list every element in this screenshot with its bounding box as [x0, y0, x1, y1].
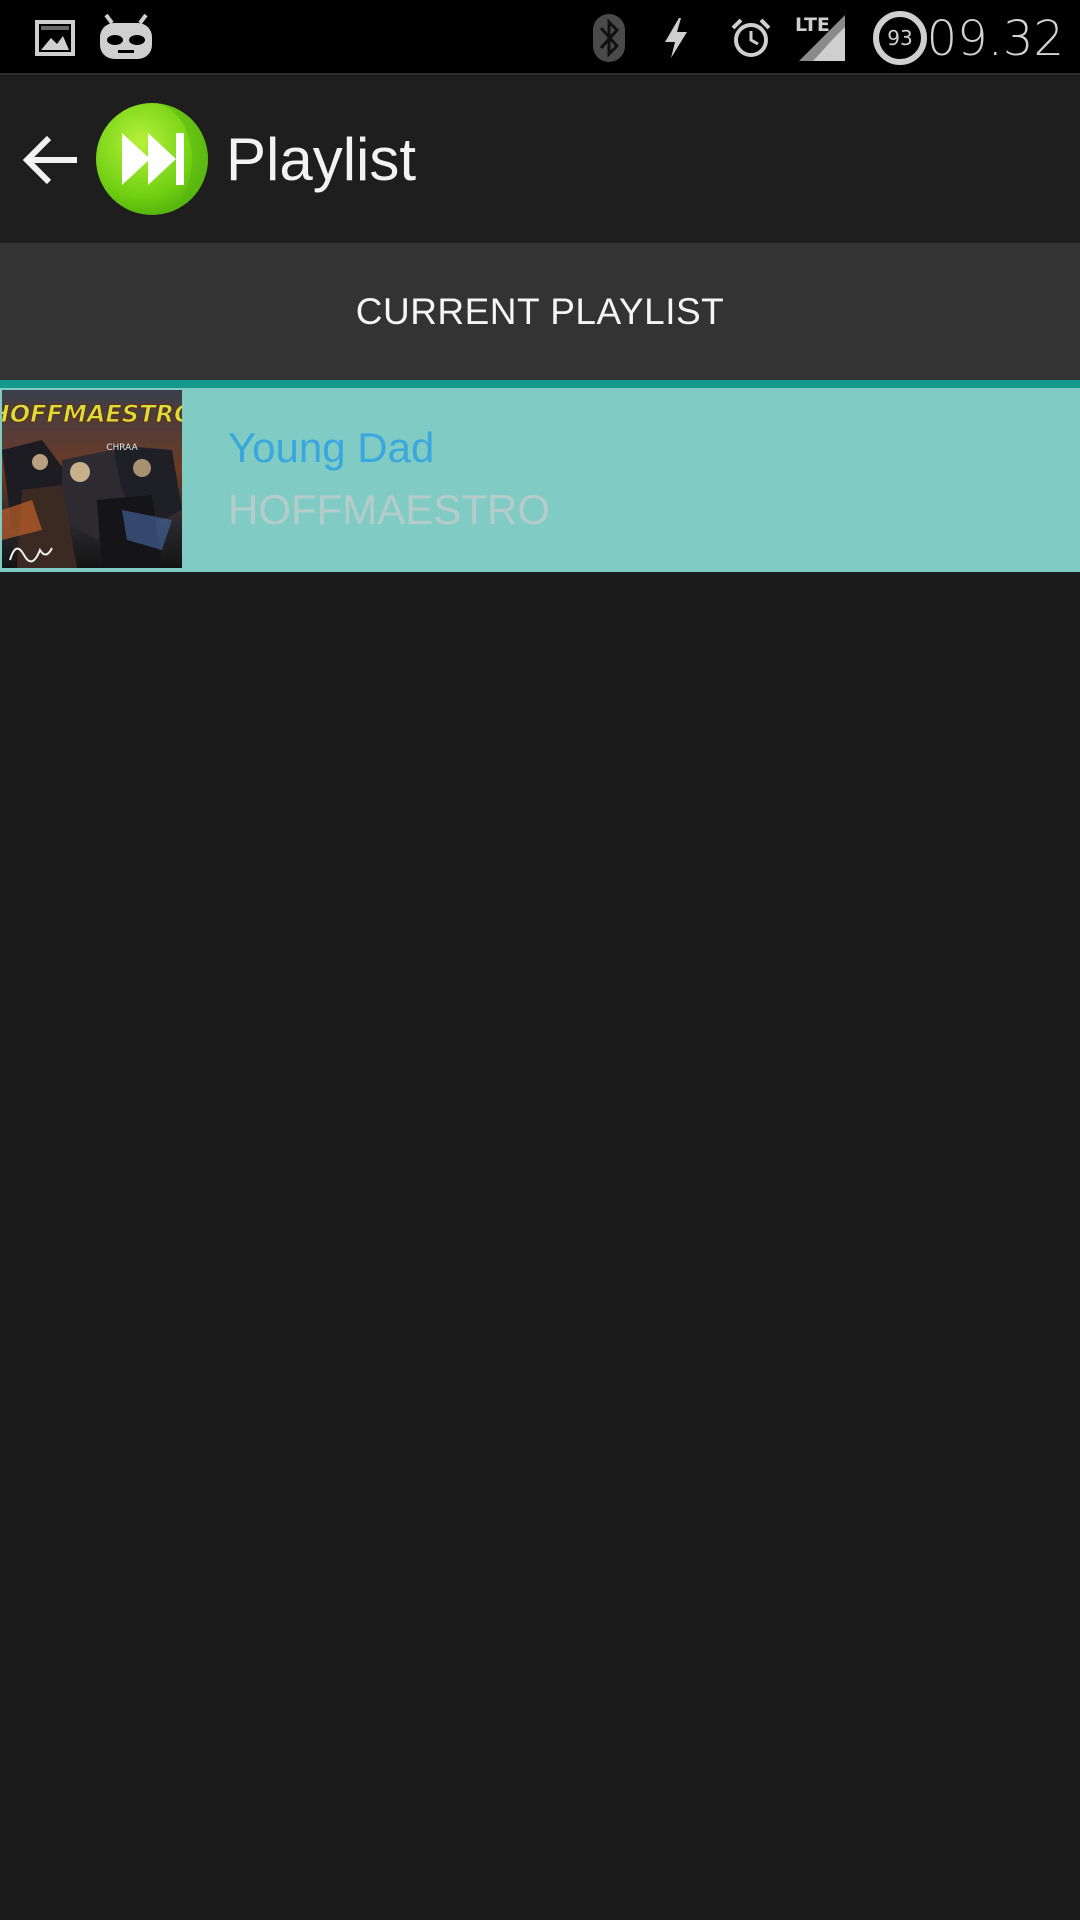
action-bar: Playlist — [0, 77, 1080, 243]
tab-label: CURRENT PLAYLIST — [355, 290, 725, 332]
network-label: LTE — [795, 14, 830, 36]
playlist: HOFFMAESTRO CHRAA Young Dad HOFFMAESTRO — [0, 388, 1080, 572]
album-art-logo-text: HOFFMAESTRO — [2, 400, 182, 428]
track-row[interactable]: HOFFMAESTRO CHRAA Young Dad HOFFMAESTRO — [0, 388, 1080, 572]
back-button[interactable] — [16, 125, 86, 195]
album-art-subtext: CHRAA — [106, 443, 138, 453]
gallery-notification-icon — [30, 0, 80, 75]
battery-icon: 93 — [870, 0, 930, 75]
album-art: HOFFMAESTRO CHRAA — [2, 390, 182, 568]
tab-indicator — [0, 380, 1080, 388]
lte-signal-icon: LTE — [792, 0, 848, 75]
battery-level: 93 — [887, 26, 912, 50]
bluetooth-icon — [586, 0, 632, 75]
arrow-left-icon — [22, 135, 77, 185]
tab-current-playlist[interactable]: CURRENT PLAYLIST — [0, 243, 1080, 380]
status-time: 09.32 — [926, 11, 1064, 67]
tab-bar: CURRENT PLAYLIST — [0, 243, 1080, 380]
alarm-icon — [726, 0, 776, 75]
cyanogenmod-notification-icon — [96, 0, 156, 75]
fast-forward-icon — [96, 103, 208, 215]
app-logo — [94, 101, 210, 217]
status-bar: LTE 93 09.32 — [0, 0, 1080, 75]
page-title: Playlist — [226, 126, 417, 193]
charging-icon — [656, 0, 696, 75]
track-title: Young Dad — [228, 424, 435, 471]
track-artist: HOFFMAESTRO — [228, 486, 550, 533]
